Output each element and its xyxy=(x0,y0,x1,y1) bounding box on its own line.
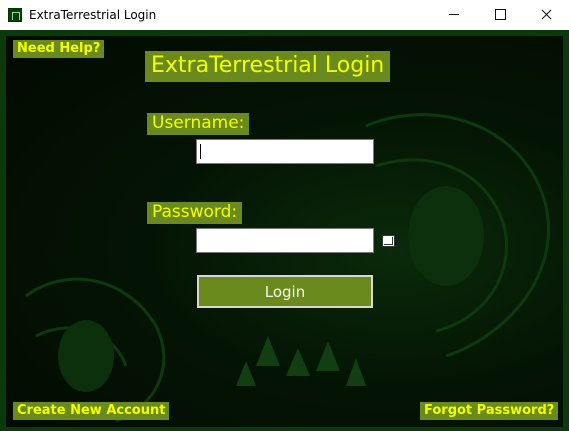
caption-buttons xyxy=(431,0,569,30)
login-panel: Need Help? ExtraTerrestrial Login Userna… xyxy=(0,30,569,431)
forgot-password-link[interactable]: Forgot Password? xyxy=(420,402,559,420)
need-help-link[interactable]: Need Help? xyxy=(13,40,105,58)
close-button[interactable] xyxy=(523,0,569,30)
password-label: Password: xyxy=(147,202,243,224)
password-input[interactable] xyxy=(196,228,374,253)
username-label: Username: xyxy=(147,113,250,135)
username-input[interactable] xyxy=(196,139,374,164)
create-account-link[interactable]: Create New Account xyxy=(13,402,170,420)
title-bar[interactable]: ExtraTerrestrial Login xyxy=(0,0,569,30)
app-icon xyxy=(8,8,22,22)
checkbox-icon[interactable] xyxy=(382,235,395,247)
window-title: ExtraTerrestrial Login xyxy=(29,8,157,22)
maximize-button[interactable] xyxy=(477,0,523,30)
text-caret xyxy=(200,144,201,159)
minimize-button[interactable] xyxy=(431,0,477,30)
login-window: ExtraTerrestrial Login Need Help? ExtraT… xyxy=(0,0,569,431)
login-button[interactable]: Login xyxy=(197,275,373,308)
page-title: ExtraTerrestrial Login xyxy=(145,51,391,82)
